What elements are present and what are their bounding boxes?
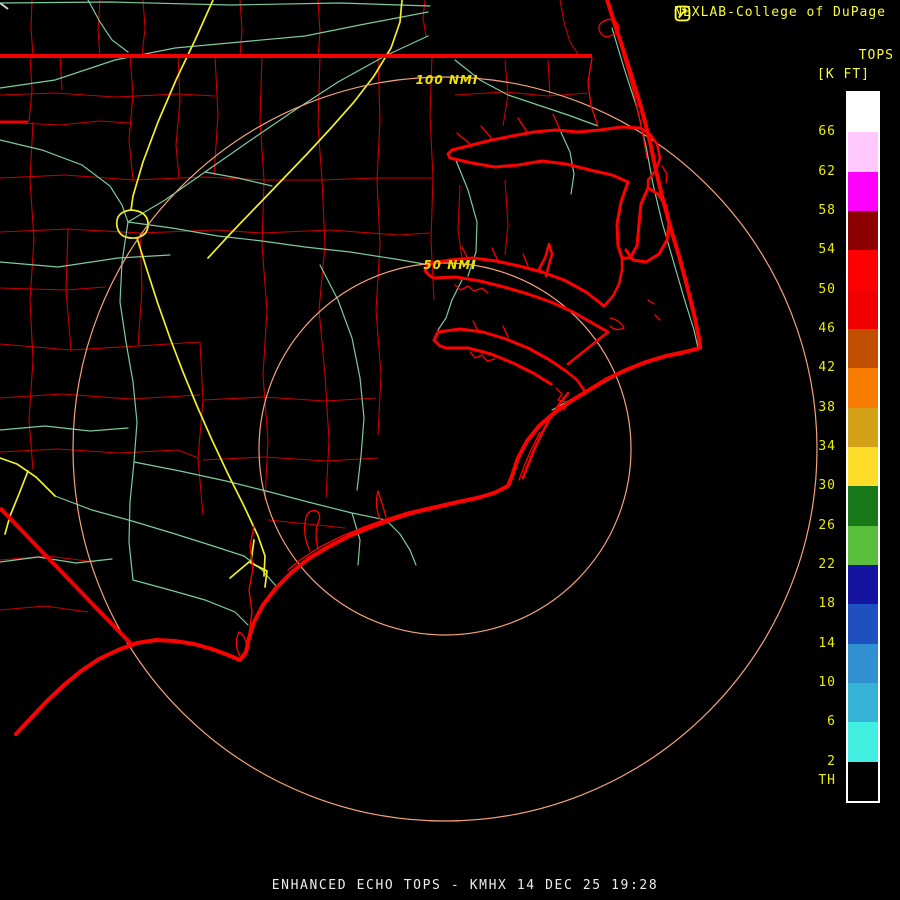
ring-label-100nmi: 100 NMI bbox=[416, 73, 479, 87]
colorbar-title-line1: TOPS bbox=[817, 51, 894, 61]
colorbar-segment bbox=[848, 447, 878, 486]
colorbar-segment bbox=[848, 408, 878, 447]
colorbar-segment bbox=[848, 486, 878, 525]
roads-layer bbox=[0, 0, 698, 625]
colorbar-segment bbox=[848, 604, 878, 643]
colorbar-segment bbox=[848, 762, 878, 801]
header: NEXLAB-College of DuPage bbox=[674, 5, 886, 20]
radar-display: NEXLAB-College of DuPage TOPS [K FT] 666… bbox=[0, 0, 900, 900]
colorbar-title-line2: [K FT] bbox=[817, 70, 870, 80]
ring-label-50nmi: 50 NMI bbox=[423, 258, 476, 272]
colorbar-segment bbox=[848, 250, 878, 289]
county-lines-layer bbox=[0, 0, 588, 612]
colorbar-segment bbox=[848, 211, 878, 250]
colorbar-segment bbox=[848, 132, 878, 171]
colorbar-segment bbox=[848, 329, 878, 368]
map-edge-mark bbox=[0, 3, 8, 9]
colorbar bbox=[846, 91, 880, 803]
colorbar-segment bbox=[848, 722, 878, 761]
ring-100nmi bbox=[73, 77, 817, 821]
colorbar-segment bbox=[848, 565, 878, 604]
colorbar-title: TOPS [K FT] bbox=[817, 51, 894, 80]
colorbar-segment bbox=[848, 93, 878, 132]
radar-map bbox=[0, 0, 900, 900]
colorbar-segment bbox=[848, 290, 878, 329]
product-title: ENHANCED ECHO TOPS - KMHX 14 DEC 25 19:2… bbox=[272, 878, 659, 893]
colorbar-segment bbox=[848, 644, 878, 683]
colorbar-segment bbox=[848, 683, 878, 722]
interstate-layer bbox=[0, 0, 402, 587]
brand-text: NEXLAB-College of DuPage bbox=[674, 5, 886, 20]
colorbar-segment bbox=[848, 172, 878, 211]
dupage-window-icon bbox=[674, 5, 691, 22]
colorbar-segment bbox=[848, 368, 878, 407]
colorbar-segment bbox=[848, 526, 878, 565]
range-rings bbox=[73, 77, 817, 821]
state-border-layer bbox=[0, 3, 592, 646]
